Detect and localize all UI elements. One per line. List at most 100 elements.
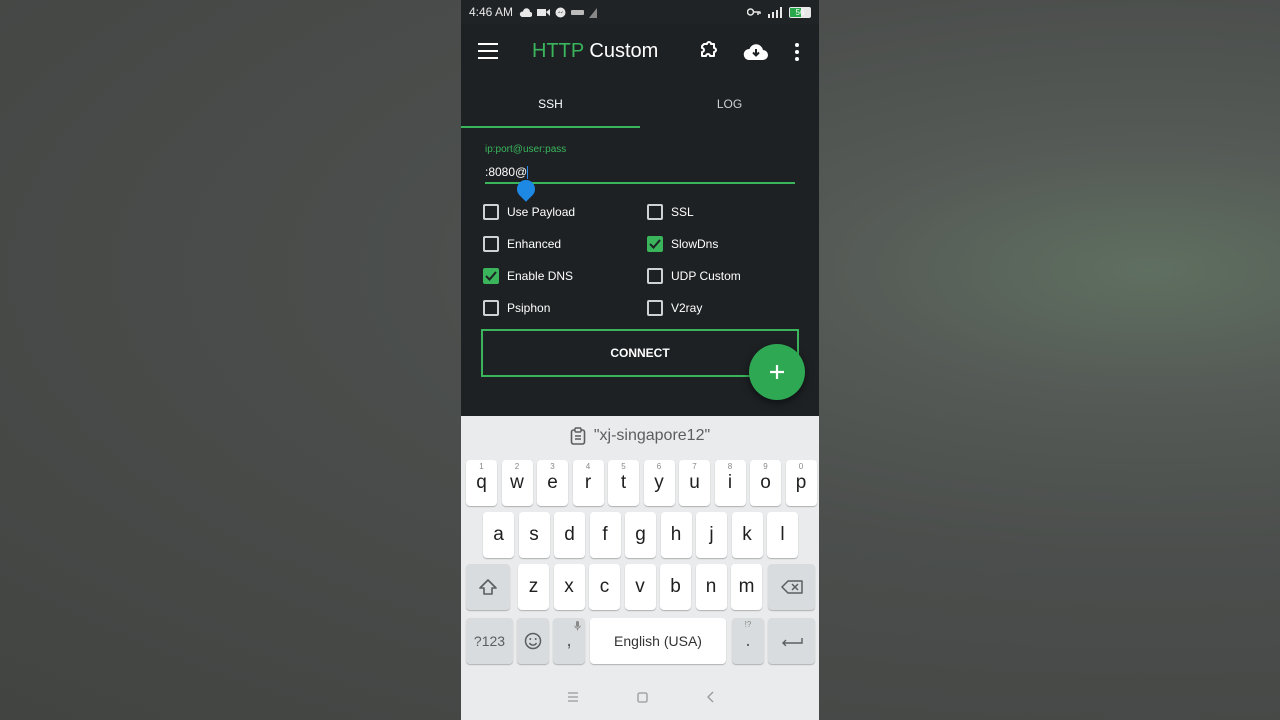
checkbox-use-payload[interactable]: Use Payload xyxy=(483,204,575,220)
key-q[interactable]: 1q xyxy=(466,460,497,506)
period-hint: !? xyxy=(744,620,752,629)
tab-log[interactable]: LOG xyxy=(640,80,819,128)
clipboard-suggestion[interactable]: "xj-singapore12" xyxy=(461,416,819,456)
key-z[interactable]: z xyxy=(518,564,549,610)
key-label: h xyxy=(670,524,682,545)
comma-key[interactable]: , xyxy=(553,618,585,664)
video-icon xyxy=(537,8,551,16)
key-label: l xyxy=(780,524,785,545)
clipboard-text: "xj-singapore12" xyxy=(593,427,711,444)
key-d[interactable]: d xyxy=(554,512,585,558)
key-label: x xyxy=(564,576,574,597)
shift-key[interactable] xyxy=(466,564,510,610)
shift-icon xyxy=(479,579,497,595)
symbols-key[interactable]: ?123 xyxy=(466,618,513,664)
checkbox-enhanced[interactable]: Enhanced xyxy=(483,236,561,252)
checkbox-enable-dns[interactable]: Enable DNS xyxy=(483,268,573,284)
checkbox-box[interactable] xyxy=(647,300,663,316)
tab-bar: SSH LOG xyxy=(461,80,819,128)
key-j[interactable]: j xyxy=(696,512,727,558)
checkbox-ssl[interactable]: SSL xyxy=(647,204,694,220)
key-label: i xyxy=(727,472,733,493)
key-v[interactable]: v xyxy=(624,564,656,610)
key-label: q xyxy=(476,472,487,493)
key-h[interactable]: h xyxy=(660,512,692,558)
status-time: 4:46 AM xyxy=(469,5,514,19)
checkbox-v2ray[interactable]: V2ray xyxy=(647,300,702,316)
key-label: f xyxy=(602,524,608,545)
key-hint: 5 xyxy=(621,462,626,471)
key-c[interactable]: c xyxy=(589,564,620,610)
tab-ssh[interactable]: SSH xyxy=(461,80,640,128)
key-b[interactable]: b xyxy=(660,564,691,610)
more-vert-icon[interactable] xyxy=(787,40,807,64)
ssh-account-value: :8080@ xyxy=(485,165,528,179)
notification-icons xyxy=(519,7,599,18)
key-a[interactable]: a xyxy=(483,512,514,558)
vpn-key-icon xyxy=(571,9,585,15)
key-hint: 9 xyxy=(763,462,768,471)
key-r[interactable]: 4r xyxy=(572,460,604,506)
key-label: j xyxy=(709,524,714,545)
key-label: b xyxy=(670,576,681,597)
key-w[interactable]: 2w xyxy=(501,460,533,506)
checkbox-label: UDP Custom xyxy=(671,269,741,283)
key-label: u xyxy=(689,472,700,493)
backspace-icon xyxy=(780,580,803,594)
key-l[interactable]: l xyxy=(767,512,798,558)
key-t[interactable]: 5t xyxy=(608,460,639,506)
checkbox-slowdns[interactable]: SlowDns xyxy=(647,236,718,252)
checkbox-box[interactable] xyxy=(647,204,663,220)
checkbox-box[interactable] xyxy=(483,236,499,252)
key-u[interactable]: 7u xyxy=(679,460,710,506)
key-o[interactable]: 9o xyxy=(750,460,781,506)
checkbox-box[interactable] xyxy=(483,300,499,316)
key-x[interactable]: x xyxy=(553,564,585,610)
key-n[interactable]: n xyxy=(695,564,727,610)
period-key[interactable]: !? . xyxy=(732,618,764,664)
signal-icon xyxy=(768,6,782,18)
key-label: t xyxy=(620,472,627,493)
comma-label: , xyxy=(566,630,572,651)
key-label: p xyxy=(795,472,807,493)
recents-menu-icon[interactable] xyxy=(567,692,579,702)
battery-indicator: 56 xyxy=(789,6,811,18)
key-f[interactable]: f xyxy=(589,512,621,558)
period-label: . xyxy=(745,630,751,651)
back-chevron-icon[interactable] xyxy=(706,691,714,703)
key-p[interactable]: 0p xyxy=(785,460,817,506)
key-hint: 3 xyxy=(550,462,555,471)
key-s[interactable]: s xyxy=(518,512,550,558)
puzzle-icon[interactable] xyxy=(696,40,720,64)
cloud-download-icon[interactable] xyxy=(743,40,769,64)
checkbox-box[interactable] xyxy=(647,268,663,284)
checkbox-label: Psiphon xyxy=(507,301,551,315)
enter-key[interactable] xyxy=(768,618,815,664)
key-m[interactable]: m xyxy=(731,564,762,610)
status-bar: 4:46 AM 56 xyxy=(461,0,819,24)
checkbox-box[interactable] xyxy=(483,268,499,284)
add-fab-button[interactable] xyxy=(749,344,805,400)
key-label: m xyxy=(738,576,755,597)
key-hint: 8 xyxy=(727,462,733,471)
key-hint: 4 xyxy=(585,462,591,471)
ssh-account-input[interactable]: :8080@ xyxy=(485,162,795,184)
emoji-key[interactable] xyxy=(517,618,549,664)
emoji-icon xyxy=(524,632,542,650)
plus-icon xyxy=(770,365,784,379)
soft-keyboard: "xj-singapore12" 1q2w3e4r5t6y7u8i9o0pasd… xyxy=(461,416,819,720)
status-right: 56 xyxy=(747,6,811,18)
key-y[interactable]: 6y xyxy=(643,460,675,506)
key-e[interactable]: 3e xyxy=(537,460,568,506)
backspace-key[interactable] xyxy=(768,564,815,610)
checkbox-psiphon[interactable]: Psiphon xyxy=(483,300,550,316)
checkbox-box[interactable] xyxy=(483,204,499,220)
menu-icon[interactable] xyxy=(478,43,498,59)
key-i[interactable]: 8i xyxy=(714,460,746,506)
checkbox-udp-custom[interactable]: UDP Custom xyxy=(647,268,741,284)
key-k[interactable]: k xyxy=(731,512,763,558)
space-key[interactable]: English (USA) xyxy=(590,618,726,664)
key-g[interactable]: g xyxy=(625,512,656,558)
checkbox-box[interactable] xyxy=(647,236,663,252)
home-square-icon[interactable] xyxy=(636,691,648,703)
